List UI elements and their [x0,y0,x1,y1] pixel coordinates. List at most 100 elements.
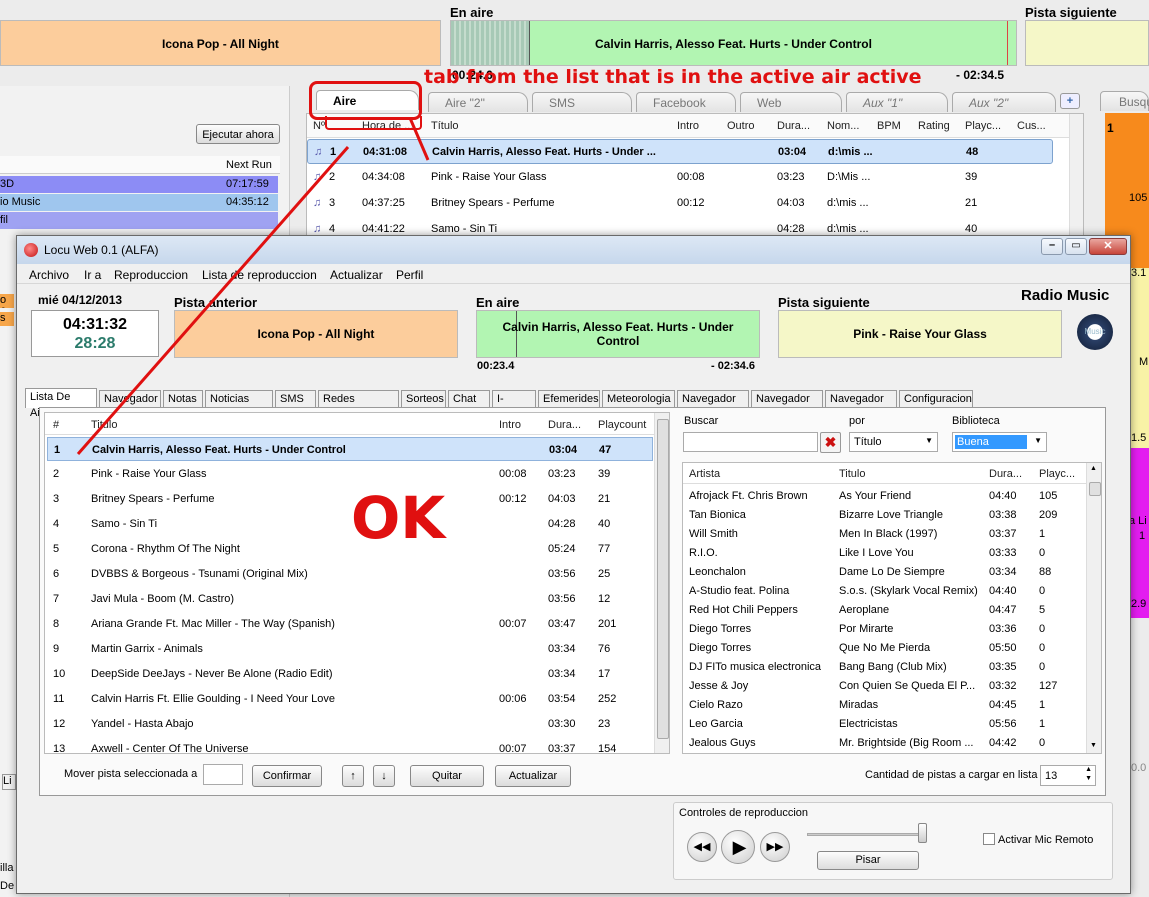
library-row[interactable]: Leonchalon Dame Lo De Siempre 03:34 88 [683,563,1085,582]
tab-i-radio[interactable]: I-Radio [492,390,536,421]
move-down-button[interactable]: ↓ [373,765,395,787]
playlist-scrollbar[interactable] [654,413,669,753]
clear-search-icon[interactable]: ✖ [820,432,841,453]
bg-table-row[interactable]: ♫ 2 04:34:08 Pink - Raise Your Glass 00:08 03… [307,165,1053,190]
spinner-up-icon[interactable]: ▲ [1085,766,1092,773]
playlist-column-header[interactable]: # [53,419,59,431]
title-bar[interactable]: Locu Web 0.1 (ALFA) – ▭ ✕ [17,236,1130,264]
playlist-row[interactable]: 10 DeepSide DeeJays - Never Be Alone (Rad… [47,662,653,686]
playlist-column-header[interactable]: Intro [499,419,521,431]
library-select[interactable]: Buena ▼ [952,432,1047,452]
library-scrollbar[interactable]: ▲ ▼ [1086,463,1101,753]
menu-lista-de-reproduccion[interactable]: Lista de reproduccion [202,268,317,282]
execute-now-button[interactable]: Ejecutar ahora [196,124,280,144]
tab-aux-1[interactable]: Aux "1" [846,92,948,112]
library-row[interactable]: Leo Garcia Electricistas 05:56 1 [683,715,1085,734]
tab-meteorologia[interactable]: Meteorologia [602,390,675,408]
add-tab-button[interactable]: + [1060,93,1080,109]
library-row[interactable]: Diego Torres Por Mirarte 03:36 0 [683,620,1085,639]
bg-column-header[interactable]: Dura... [777,120,810,132]
update-button[interactable]: Actualizar [495,765,571,787]
library-row[interactable]: Will Smith Men In Black (1997) 03:37 1 [683,525,1085,544]
menu-reproduccion[interactable]: Reproduccion [114,268,188,282]
library-row[interactable]: Diego Torres Que No Me Pierda 05:50 0 [683,639,1085,658]
volume-slider-handle[interactable] [918,823,927,843]
scroll-down-icon[interactable]: ▼ [1090,742,1097,749]
library-column-header[interactable]: Dura... [989,468,1022,480]
menu-archivo[interactable]: Archivo [29,268,69,282]
library-column-header[interactable]: Titulo [839,468,866,480]
scroll-up-icon[interactable]: ▲ [1090,465,1097,472]
tab-noticias-rss[interactable]: Noticias RSS [205,390,273,421]
schedule-row[interactable]: io Music 04:35:12 [0,194,278,211]
tab-sms[interactable]: SMS [275,390,316,408]
playlist-column-header[interactable]: Dura... [548,419,581,431]
bg-tab-search[interactable]: Busqu [1100,91,1149,111]
tab-navegador-2[interactable]: Navegador 2 [677,390,749,421]
by-select[interactable]: Título ▼ [849,432,938,452]
playlist-row[interactable]: 12 Yandel - Hasta Abajo 03:30 23 [47,712,653,736]
library-row[interactable]: DJ FITo musica electronica Bang Bang (Clu… [683,658,1085,677]
playlist-scroll-thumb[interactable] [657,419,669,739]
playlist-column-header[interactable]: Playcount [598,419,646,431]
tab-aux-2[interactable]: Aux "2" [952,92,1056,112]
library-row[interactable]: R.I.O. Like I Love You 03:33 0 [683,544,1085,563]
pisar-button[interactable]: Pisar [817,851,919,870]
volume-track[interactable] [807,833,927,836]
playlist-row[interactable]: 7 Javi Mula - Boom (M. Castro) 03:56 12 [47,587,653,611]
playlist-row[interactable]: 13 Axwell - Center Of The Universe 00:07 03… [47,737,653,753]
tab-lista-de-aire[interactable]: Lista De Aire [25,388,97,419]
maximize-button[interactable]: ▭ [1065,238,1087,255]
close-button[interactable]: ✕ [1089,238,1127,255]
tab-web[interactable]: Web [740,92,842,112]
bg-column-header[interactable]: BPM [877,120,901,132]
library-row[interactable]: Tan Bionica Bizarre Love Triangle 03:38 209 [683,506,1085,525]
play-button[interactable]: ▶ [721,830,755,864]
tab-efemerides[interactable]: Efemerides [538,390,600,408]
library-row[interactable]: Jealous Guys Mr. Brightside (Big Room ...… [683,734,1085,753]
playlist-row[interactable]: 2 Pink - Raise Your Glass 00:08 03:23 39 [47,462,653,486]
menu-ir-a[interactable]: Ir a [84,268,101,282]
move-position-input[interactable] [203,764,243,785]
tab-configuracion[interactable]: Configuracion [899,390,973,408]
bg-column-header[interactable]: Nom... [827,120,859,132]
tab-redes-sociales[interactable]: Redes Sociales [318,390,399,421]
library-row[interactable]: A-Studio feat. Polina S.o.s. (Skylark Voc… [683,582,1085,601]
library-column-header[interactable]: Playc... [1039,468,1075,480]
bg-column-header[interactable]: Playc... [965,120,1001,132]
playlist-column-header[interactable]: Titulo [91,419,118,431]
bg-column-header[interactable]: Cus... [1017,120,1046,132]
tab-navegador-4[interactable]: Navegador 4 [825,390,897,421]
bg-column-header[interactable]: Nº [313,120,325,132]
tab-navegador-3[interactable]: Navegador 3 [751,390,823,421]
library-scroll-thumb[interactable] [1089,482,1101,496]
library-row[interactable]: Cielo Razo Miradas 04:45 1 [683,696,1085,715]
playlist-row[interactable]: 1 Calvin Harris, Alesso Feat. Hurts - Und… [47,437,653,461]
load-count-spinner[interactable]: 13 ▲ ▼ [1040,765,1096,786]
playlist-row[interactable]: 11 Calvin Harris Ft. Ellie Goulding - I N… [47,687,653,711]
mic-checkbox[interactable] [983,833,995,845]
forward-button[interactable]: ▶▶ [760,832,790,862]
playlist-row[interactable]: 4 Samo - Sin Ti 04:28 40 [47,512,653,536]
tab-sorteos[interactable]: Sorteos [401,390,446,408]
tab-navegador[interactable]: Navegador [99,390,161,408]
playlist-row[interactable]: 6 DVBBS & Borgeous - Tsunami (Original Mi… [47,562,653,586]
schedule-row[interactable]: fil [0,212,278,229]
minimize-button[interactable]: – [1041,238,1063,255]
library-row[interactable]: Red Hot Chili Peppers Aeroplane 04:47 5 [683,601,1085,620]
rewind-button[interactable]: ◀◀ [687,832,717,862]
library-column-header[interactable]: Artista [689,468,720,480]
bg-table-row[interactable]: ♫ 1 04:31:08 Calvin Harris, Alesso Feat. Hu… [307,139,1053,164]
menu-perfil[interactable]: Perfil [396,268,423,282]
schedule-row[interactable]: 3D 07:17:59 [0,176,278,193]
tab-aire-2[interactable]: Aire "2" [428,92,528,112]
library-row[interactable]: Afrojack Ft. Chris Brown As Your Friend 04… [683,487,1085,506]
playlist-row[interactable]: 3 Britney Spears - Perfume 00:12 04:03 21 [47,487,653,511]
tab-chat[interactable]: Chat [448,390,490,408]
bg-column-header[interactable]: Intro [677,120,699,132]
search-input[interactable] [683,432,818,452]
bg-column-header[interactable]: Outro [727,120,755,132]
playlist-row[interactable]: 9 Martin Garrix - Animals 03:34 76 [47,637,653,661]
library-row[interactable]: Jesse & Joy Con Quien Se Queda El P... 03:… [683,677,1085,696]
confirm-button[interactable]: Confirmar [252,765,322,787]
